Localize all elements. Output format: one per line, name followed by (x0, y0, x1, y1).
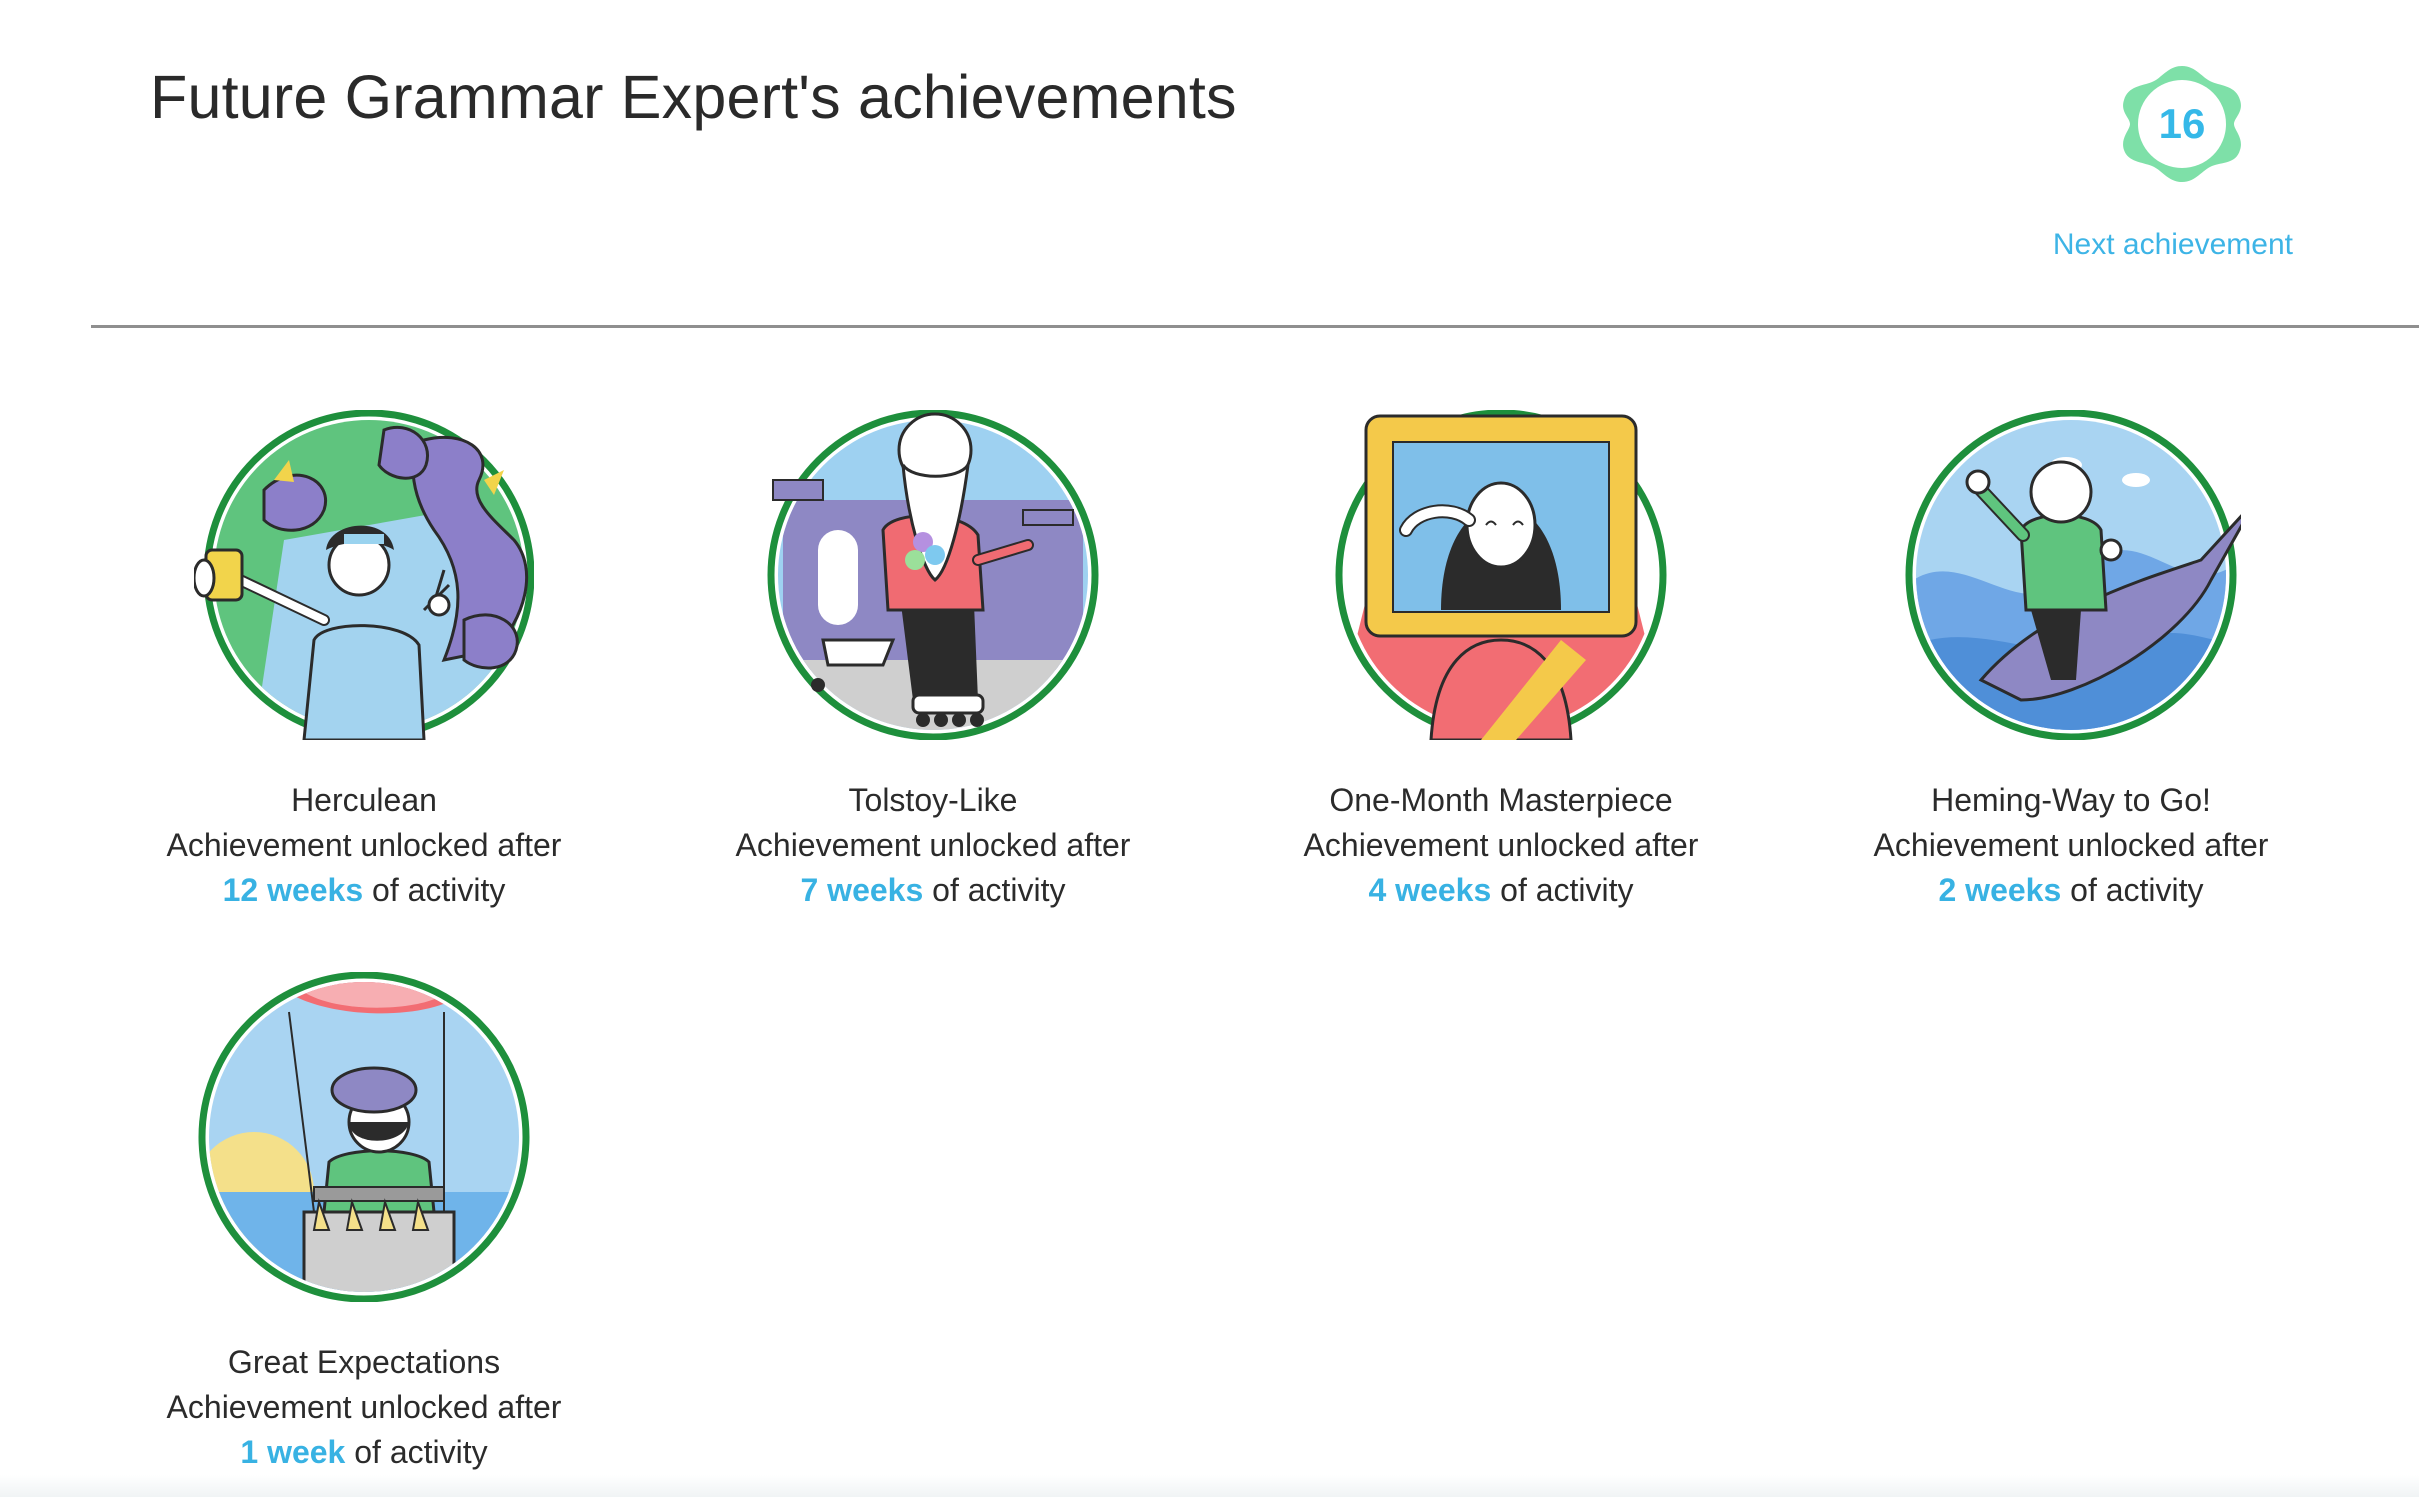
achievement-duration: 4 weeks (1368, 872, 1492, 908)
next-achievement-badge[interactable]: 16 (2118, 60, 2246, 188)
next-achievement-link[interactable]: Next achievement (2053, 228, 2293, 262)
next-achievement-count: 16 (2158, 100, 2206, 147)
hot-air-balloon-illustration (198, 972, 530, 1302)
achievement-duration: 2 weeks (1938, 872, 2062, 908)
achievement-duration-suffix: of activity (2061, 872, 2204, 908)
achievement-duration: 7 weeks (800, 872, 924, 908)
achievement-name: Tolstoy-Like (848, 782, 1018, 818)
hemingway-marlin-illustration (1905, 410, 2241, 740)
page-title: Future Grammar Expert's achievements (150, 63, 1237, 131)
mona-lisa-frame-illustration (1335, 410, 1667, 740)
bottom-fade (0, 1475, 2419, 1497)
achievement-card-one-month-masterpiece[interactable]: One-Month Masterpiece Achievement unlock… (1271, 410, 1731, 913)
achievement-duration: 1 week (240, 1434, 346, 1470)
achievement-unlock-text: Achievement unlocked after (166, 1389, 562, 1425)
achievement-unlock-text: Achievement unlocked after (735, 827, 1131, 863)
achievement-duration-suffix: of activity (1491, 872, 1634, 908)
achievement-duration-suffix: of activity (363, 872, 506, 908)
achievement-name: Herculean (291, 782, 437, 818)
achievement-card-great-expectations[interactable]: Great Expectations Achievement unlocked … (134, 972, 594, 1475)
hydra-selfie-illustration (194, 410, 534, 740)
achievement-card-tolstoy-like[interactable]: Tolstoy-Like Achievement unlocked after … (703, 410, 1163, 913)
achievement-duration-suffix: of activity (923, 872, 1066, 908)
header-divider (91, 325, 2419, 328)
achievement-unlock-text: Achievement unlocked after (1873, 827, 2269, 863)
achievement-card-heming-way-to-go[interactable]: Heming-Way to Go! Achievement unlocked a… (1841, 410, 2301, 913)
achievement-duration: 12 weeks (222, 872, 364, 908)
achievement-name: Great Expectations (227, 1344, 501, 1380)
achievement-name: Heming-Way to Go! (1931, 782, 2211, 818)
achievement-name: One-Month Masterpiece (1329, 782, 1673, 818)
achievement-unlock-text: Achievement unlocked after (166, 827, 562, 863)
achievement-unlock-text: Achievement unlocked after (1303, 827, 1699, 863)
achievement-card-herculean[interactable]: Herculean Achievement unlocked after 12 … (134, 410, 594, 913)
tolstoy-rollerskates-illustration (767, 410, 1099, 740)
achievement-duration-suffix: of activity (345, 1434, 488, 1470)
